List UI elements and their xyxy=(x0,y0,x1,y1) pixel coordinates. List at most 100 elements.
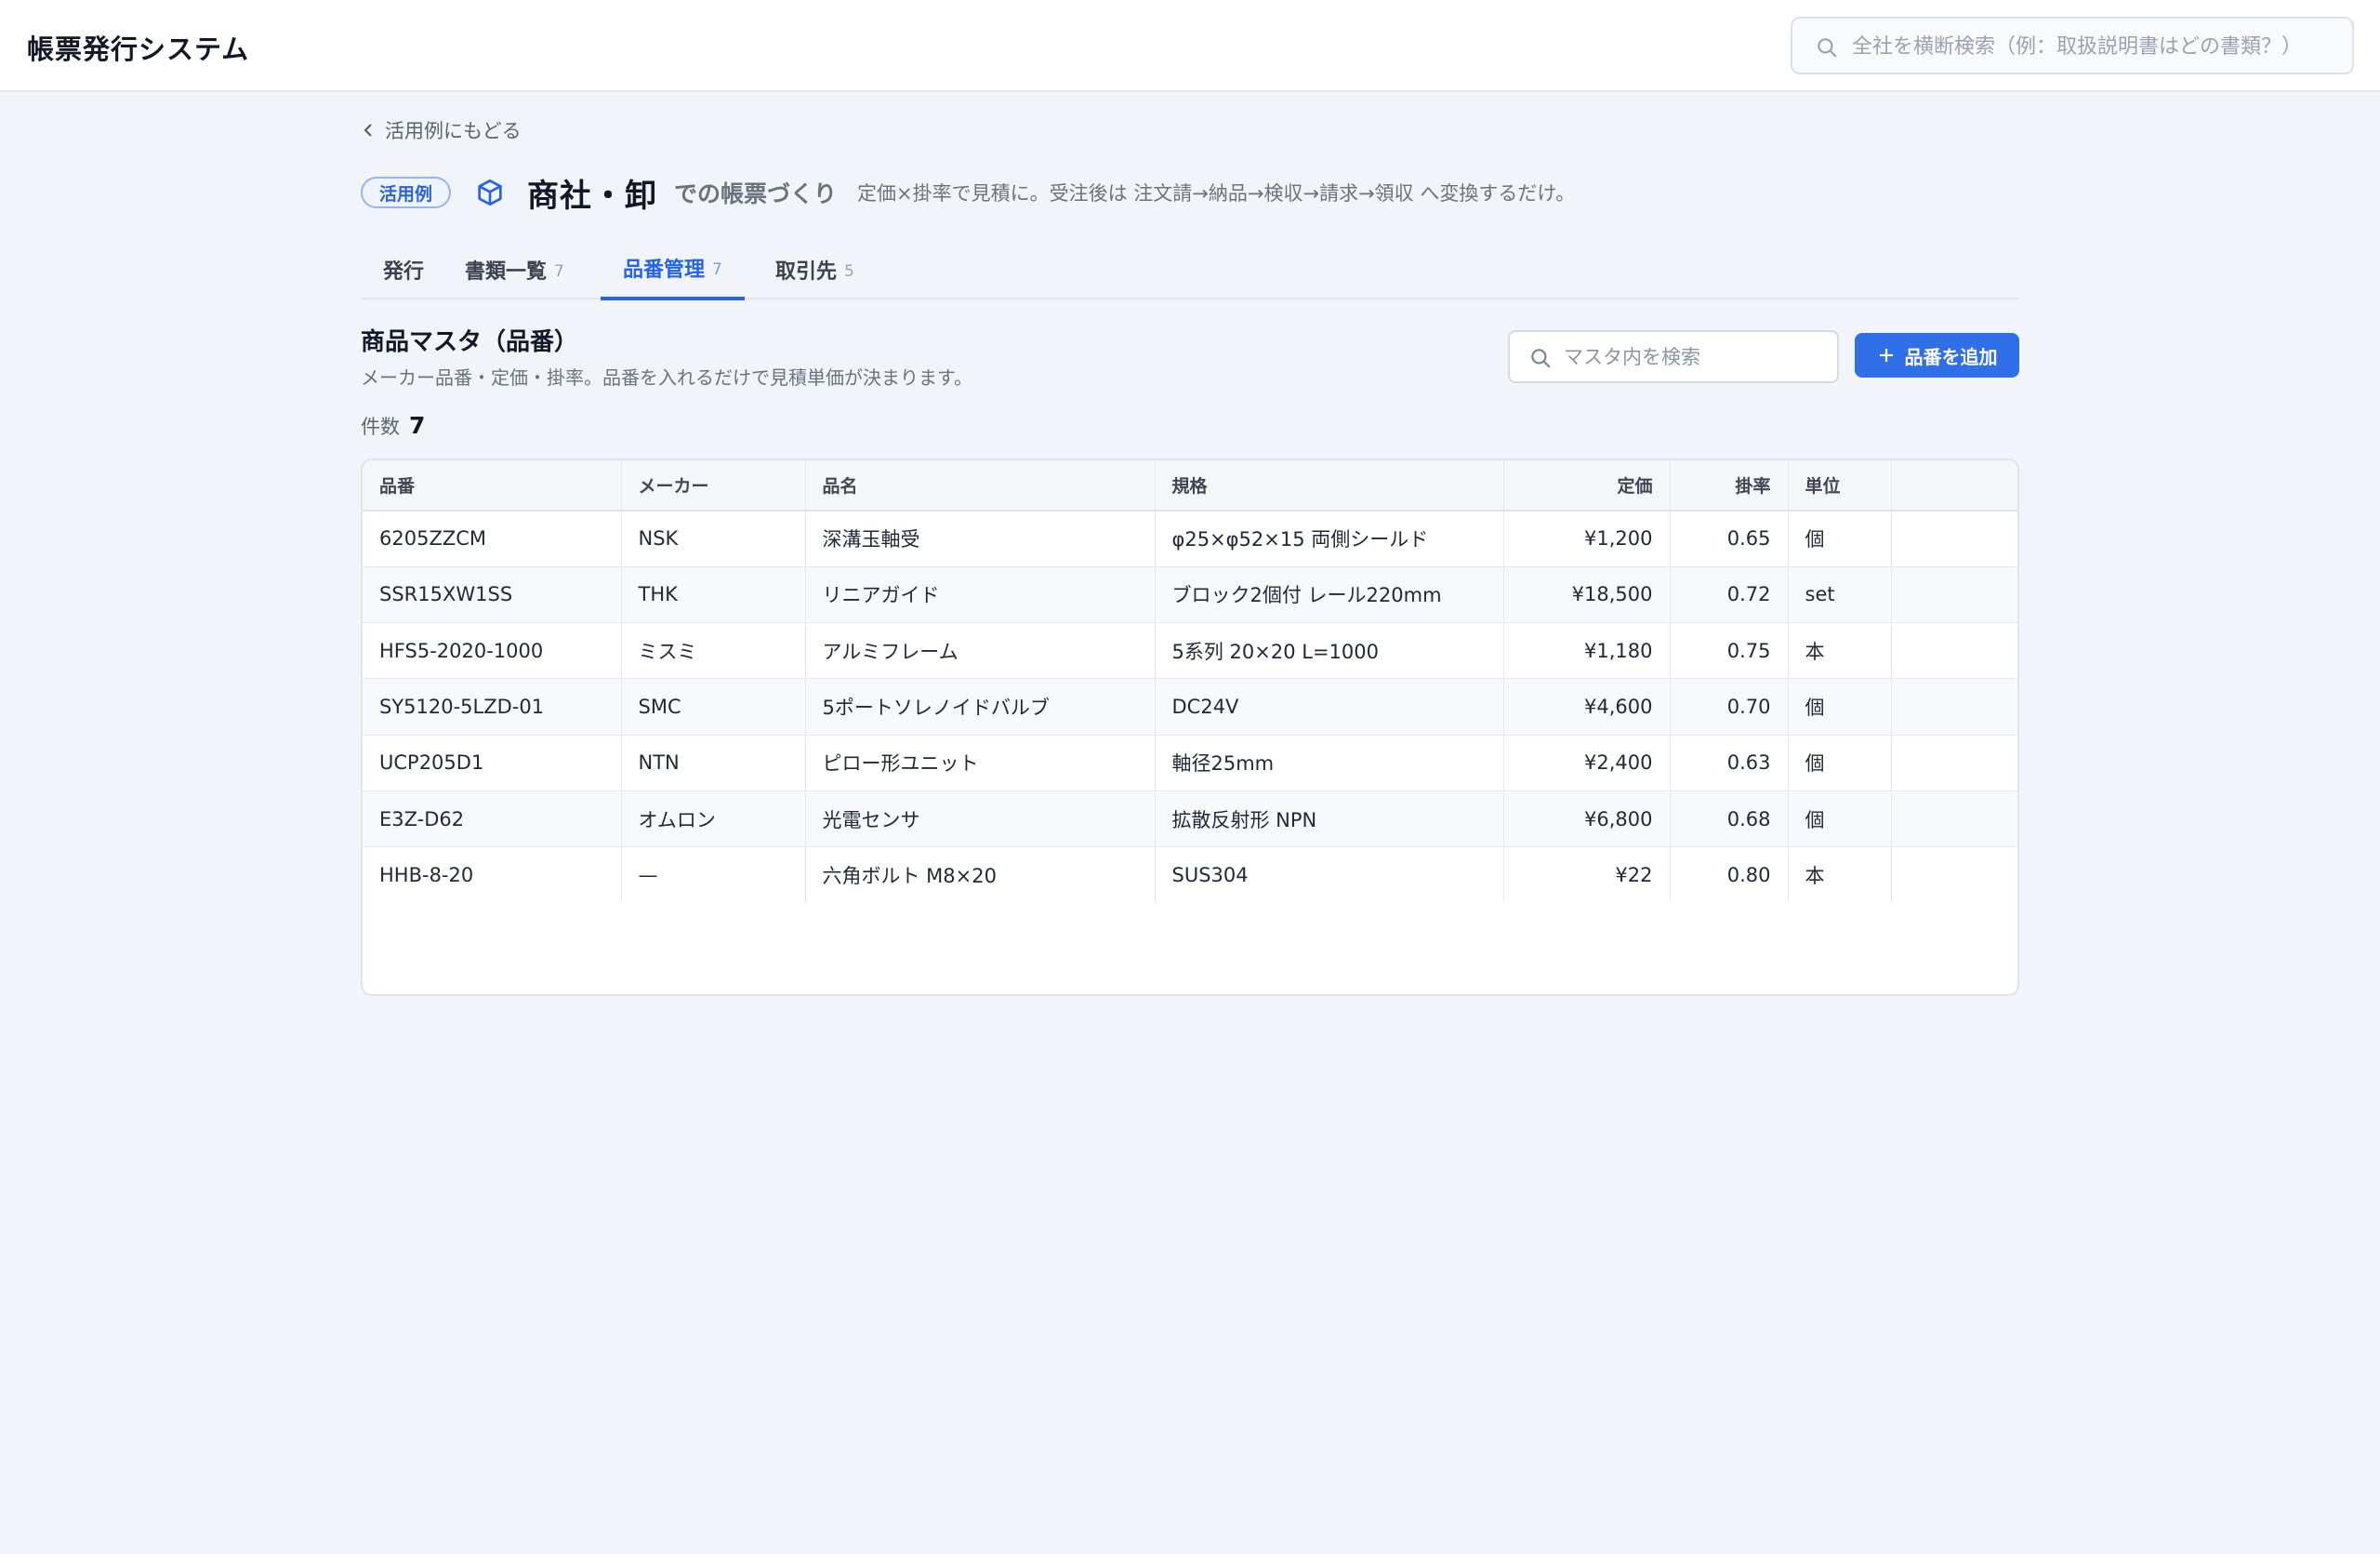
cell-actions xyxy=(1891,622,2017,679)
table-row[interactable]: HFS5-2020-1000 ミスミ アルミフレーム 5系列 20×20 L=1000… xyxy=(363,622,2017,679)
record-count: 件数 7 xyxy=(361,412,425,440)
section-subtitle: メーカー品番・定価・掛率。品番を入れるだけで見積単価が決まります。 xyxy=(361,366,972,389)
table-row[interactable]: 6205ZZCM NSK 深溝玉軸受 φ25×φ52×15 両側シールド ¥1,200 0… xyxy=(363,511,2017,567)
page-title-suffix: での帳票づくり xyxy=(674,180,838,207)
tab-issue[interactable]: 発行 xyxy=(361,239,446,299)
tab-part-number-management[interactable]: 品番管理 7 xyxy=(601,239,745,300)
example-badge: 活用例 xyxy=(361,177,452,208)
back-link[interactable]: 活用例にもどる xyxy=(361,116,522,144)
cell-part-number: E3Z-D62 xyxy=(363,790,622,847)
cell-part-number: SY5120-5LZD-01 xyxy=(363,678,622,736)
page-description: 定価×掛率で見積に。受注後は 注文請→納品→検収→請求→領収 へ変換するだけ。 xyxy=(857,182,1576,205)
cell-unit: set xyxy=(1788,565,1892,623)
record-count-label: 件数 xyxy=(361,416,400,438)
cell-maker: オムロン xyxy=(621,790,806,847)
cell-spec: 拡散反射形 NPN xyxy=(1155,790,1504,847)
cell-list-price: ¥6,800 xyxy=(1503,790,1671,847)
column-header-unit[interactable]: 単位 xyxy=(1788,460,1892,511)
cell-list-price: ¥2,400 xyxy=(1503,734,1671,791)
table-row[interactable]: HHB-8-20— 六角ボルト M8×20 SUS304 ¥22 0.80 本 xyxy=(363,846,2017,904)
cell-actions xyxy=(1891,565,2017,623)
column-header-product-name[interactable]: 品名 xyxy=(805,460,1156,511)
tab-label: 品番管理 xyxy=(623,259,706,282)
cell-spec: 5系列 20×20 L=1000 xyxy=(1155,622,1504,679)
tab-clients[interactable]: 取引先 5 xyxy=(753,239,877,299)
app-title: 帳票発行システム xyxy=(27,33,250,65)
cell-actions xyxy=(1891,734,2017,791)
cell-unit: 本 xyxy=(1788,622,1892,679)
tab-count: 7 xyxy=(554,261,564,281)
page-title: 商社・卸 xyxy=(527,177,658,215)
cell-list-price: ¥18,500 xyxy=(1503,565,1671,623)
cell-unit: 個 xyxy=(1788,511,1892,567)
tab-bar: 発行 書類一覧 7 品番管理 7 取引先 5 xyxy=(361,239,2019,300)
cell-spec: φ25×φ52×15 両側シールド xyxy=(1155,511,1504,567)
column-header-maker[interactable]: メーカー xyxy=(621,460,806,511)
cell-product-name: ピロー形ユニット xyxy=(805,734,1156,791)
add-part-button-label: 品番を追加 xyxy=(1904,345,1998,368)
cell-rate: 0.72 xyxy=(1670,565,1789,623)
chevron-left-icon xyxy=(364,124,372,137)
cell-list-price: ¥22 xyxy=(1503,846,1671,904)
cell-list-price: ¥1,200 xyxy=(1503,511,1671,567)
cell-product-name: 5ポートソレノイドバルブ xyxy=(805,678,1156,736)
cell-actions xyxy=(1891,790,2017,847)
cell-product-name: アルミフレーム xyxy=(805,622,1156,679)
cell-unit: 本 xyxy=(1788,846,1892,904)
cell-part-number: HHB-8-20 xyxy=(363,846,622,904)
tab-count: 5 xyxy=(844,261,854,281)
cell-spec: SUS304 xyxy=(1155,846,1504,904)
search-icon xyxy=(1531,349,1551,368)
cell-rate: 0.70 xyxy=(1670,678,1789,736)
cell-list-price: ¥1,180 xyxy=(1503,622,1671,679)
column-header-spec[interactable]: 規格 xyxy=(1155,460,1504,511)
global-search-box[interactable] xyxy=(1791,17,2354,74)
column-header-rate[interactable]: 掛率 xyxy=(1670,460,1789,511)
cell-product-name: 光電センサ xyxy=(805,790,1156,847)
column-header-list-price[interactable]: 定価 xyxy=(1503,460,1671,511)
column-header-part-number[interactable]: 品番 xyxy=(363,460,622,511)
master-search-input[interactable] xyxy=(1564,341,1824,373)
cell-actions xyxy=(1891,511,2017,566)
cell-spec: ブロック2個付 レール220mm xyxy=(1155,565,1504,623)
cell-part-number: UCP205D1 xyxy=(363,734,622,791)
table-row[interactable]: E3Z-D62 オムロン 光電センサ 拡散反射形 NPN ¥6,800 0.68 個 xyxy=(363,790,2017,847)
table-row[interactable]: SY5120-5LZD-01 SMC 5ポートソレノイドバルブ DC24V ¥4,600… xyxy=(363,678,2017,736)
back-link-label: 活用例にもどる xyxy=(385,120,522,142)
cell-maker: THK xyxy=(621,565,806,623)
cell-maker: — xyxy=(621,846,806,904)
table-body: 6205ZZCM NSK 深溝玉軸受 φ25×φ52×15 両側シールド ¥1,200 0… xyxy=(363,511,2017,904)
cell-spec: 軸径25mm xyxy=(1155,734,1504,791)
cell-maker: SMC xyxy=(621,678,806,736)
table-header-row: 品番 メーカー 品名 規格 定価 掛率 単位 xyxy=(363,460,2017,511)
cell-maker: NTN xyxy=(621,734,806,791)
cell-spec: DC24V xyxy=(1155,678,1504,736)
product-master-table: 品番 メーカー 品名 規格 定価 掛率 単位 6205ZZCM NSK 深溝玉軸受 φ… xyxy=(361,458,2019,996)
record-count-value: 7 xyxy=(409,412,426,439)
table-row[interactable]: SSR15XW1SS THK リニアガイド ブロック2個付 レール220mm ¥18,5… xyxy=(363,565,2017,623)
search-icon xyxy=(1818,38,1837,58)
cell-unit: 個 xyxy=(1788,678,1892,736)
page-heading: 活用例 商社・卸 での帳票づくり 定価×掛率で見積に。受注後は 注文請→納品→検… xyxy=(361,170,2019,215)
global-search-input[interactable] xyxy=(1852,30,2335,63)
cell-maker: ミスミ xyxy=(621,622,806,679)
master-search-box[interactable] xyxy=(1508,330,1839,383)
cell-rate: 0.68 xyxy=(1670,790,1789,847)
cell-part-number: SSR15XW1SS xyxy=(363,565,622,623)
table-row[interactable]: UCP205D1 NTN ピロー形ユニット 軸径25mm ¥2,400 0.63 個 xyxy=(363,734,2017,791)
tab-label: 取引先 xyxy=(775,259,838,284)
cell-product-name: 深溝玉軸受 xyxy=(805,511,1156,567)
top-bar: 帳票発行システム xyxy=(0,0,2380,92)
cell-part-number: 6205ZZCM xyxy=(363,511,622,567)
cell-actions xyxy=(1891,846,2017,904)
cell-actions xyxy=(1891,678,2017,736)
tab-count: 7 xyxy=(712,260,722,279)
tab-document-list[interactable]: 書類一覧 7 xyxy=(443,239,587,299)
add-part-button[interactable]: 品番を追加 xyxy=(1855,333,2019,378)
section-title: 商品マスタ（品番） xyxy=(361,328,579,356)
tab-label: 書類一覧 xyxy=(465,259,548,284)
cell-maker: NSK xyxy=(621,511,806,567)
cell-rate: 0.65 xyxy=(1670,511,1789,567)
cell-part-number: HFS5-2020-1000 xyxy=(363,622,622,679)
cell-unit: 個 xyxy=(1788,734,1892,791)
